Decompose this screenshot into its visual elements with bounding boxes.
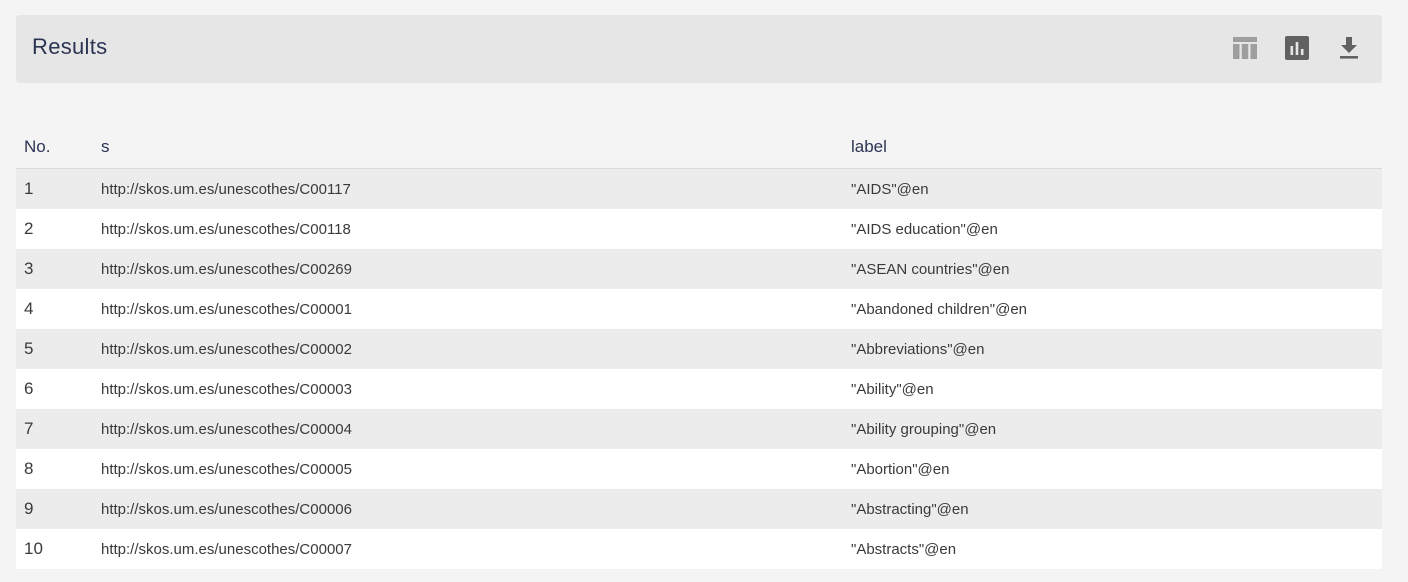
label-cell: "Ability grouping"@en — [851, 420, 997, 438]
download-icon — [1340, 37, 1358, 59]
label-cell: "Abbreviations"@en — [851, 340, 985, 358]
table-row: 2 http://skos.um.es/unescothes/C00118 "A… — [16, 209, 1382, 249]
row-number: 7 — [24, 419, 34, 438]
table-row: 8 http://skos.um.es/unescothes/C00005 "A… — [16, 449, 1382, 489]
table-row: 4 http://skos.um.es/unescothes/C00001 "A… — [16, 289, 1382, 329]
table-row: 9 http://skos.um.es/unescothes/C00006 "A… — [16, 489, 1382, 529]
label-cell: "AIDS education"@en — [851, 220, 998, 238]
table-header-row: No. s label — [16, 125, 1382, 169]
label-cell: "ASEAN countries"@en — [851, 260, 1010, 278]
label-cell: "Abstracts"@en — [851, 540, 957, 558]
subject-uri-cell[interactable]: http://skos.um.es/unescothes/C00117 — [93, 169, 843, 210]
row-number: 9 — [24, 499, 34, 518]
label-cell: "Abortion"@en — [851, 460, 950, 478]
row-number: 2 — [24, 219, 34, 238]
label-cell: "AIDS"@en — [851, 180, 929, 198]
row-number: 6 — [24, 379, 34, 398]
results-toolbar — [1232, 35, 1362, 61]
label-cell: "Ability"@en — [851, 380, 934, 398]
subject-uri-cell[interactable]: http://skos.um.es/unescothes/C00006 — [93, 489, 843, 529]
row-number: 4 — [24, 299, 34, 318]
chart-view-icon — [1285, 36, 1309, 60]
column-header-s[interactable]: s — [93, 125, 843, 169]
row-number: 1 — [24, 179, 34, 198]
results-table: No. s label 1 http://skos.um.es/unescoth… — [16, 125, 1382, 569]
subject-uri-cell[interactable]: http://skos.um.es/unescothes/C00007 — [93, 529, 843, 569]
results-title: Results — [32, 34, 108, 59]
table-row: 1 http://skos.um.es/unescothes/C00117 "A… — [16, 168, 1382, 210]
table-row: 3 http://skos.um.es/unescothes/C00269 "A… — [16, 249, 1382, 289]
results-header: Results — [16, 15, 1382, 83]
column-header-label[interactable]: label — [843, 125, 1382, 169]
row-number: 5 — [24, 339, 34, 358]
table-view-icon — [1233, 37, 1257, 59]
label-cell: "Abstracting"@en — [851, 500, 969, 518]
table-row: 6 http://skos.um.es/unescothes/C00003 "A… — [16, 369, 1382, 409]
table-row: 5 http://skos.um.es/unescothes/C00002 "A… — [16, 329, 1382, 369]
row-number: 3 — [24, 259, 34, 278]
label-cell: "Abandoned children"@en — [851, 300, 1028, 318]
subject-uri-cell[interactable]: http://skos.um.es/unescothes/C00118 — [93, 209, 843, 249]
row-number: 8 — [24, 459, 34, 478]
subject-uri-cell[interactable]: http://skos.um.es/unescothes/C00003 — [93, 369, 843, 409]
subject-uri-cell[interactable]: http://skos.um.es/unescothes/C00001 — [93, 289, 843, 329]
table-view-button[interactable] — [1232, 35, 1258, 61]
row-number: 10 — [24, 539, 43, 558]
column-header-no[interactable]: No. — [16, 125, 93, 169]
subject-uri-cell[interactable]: http://skos.um.es/unescothes/C00005 — [93, 449, 843, 489]
chart-view-button[interactable] — [1284, 35, 1310, 61]
subject-uri-cell[interactable]: http://skos.um.es/unescothes/C00002 — [93, 329, 843, 369]
subject-uri-cell[interactable]: http://skos.um.es/unescothes/C00004 — [93, 409, 843, 449]
table-row: 10 http://skos.um.es/unescothes/C00007 "… — [16, 529, 1382, 569]
download-button[interactable] — [1336, 35, 1362, 61]
table-row: 7 http://skos.um.es/unescothes/C00004 "A… — [16, 409, 1382, 449]
subject-uri-cell[interactable]: http://skos.um.es/unescothes/C00269 — [93, 249, 843, 289]
